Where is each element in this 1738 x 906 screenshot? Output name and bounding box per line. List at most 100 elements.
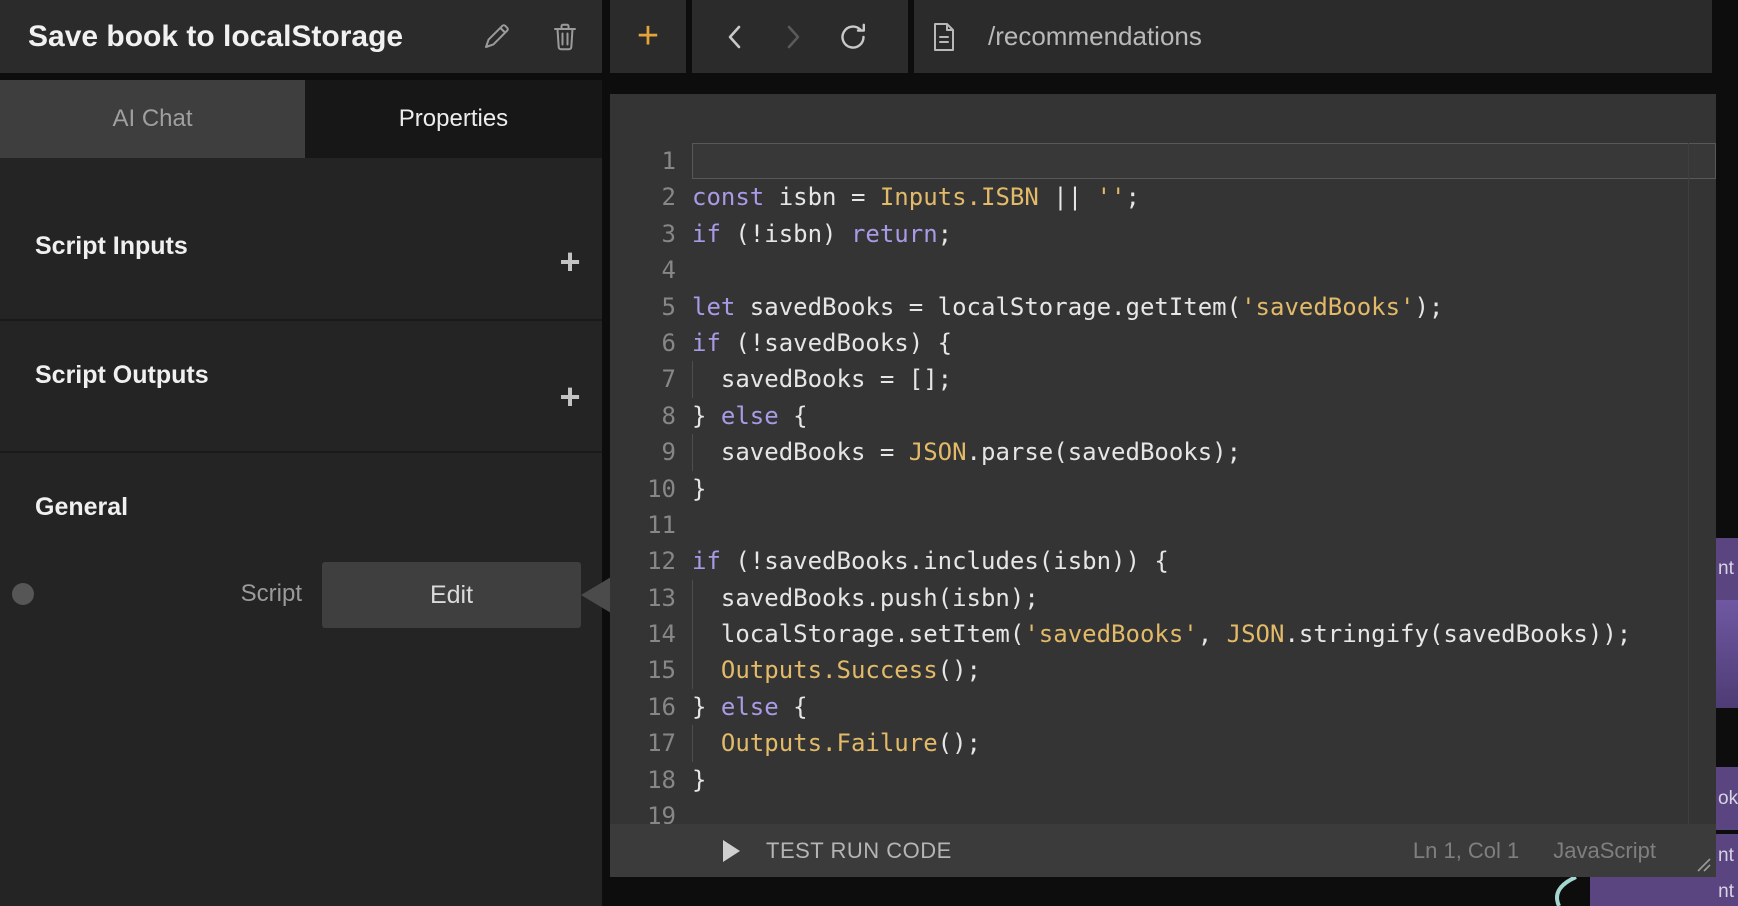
play-icon[interactable] [723, 840, 740, 862]
line-number: 14 [610, 616, 678, 652]
section-general-label: General [35, 493, 128, 523]
canvas-element-fragment: nt [1716, 538, 1738, 600]
line-number: 15 [610, 652, 678, 688]
code-text: if (!savedBooks.includes(isbn)) { [692, 543, 1169, 579]
editor-right-ruler [1688, 143, 1689, 824]
page-url[interactable]: /recommendations [988, 21, 1202, 52]
toolbar-url-segment: /recommendations [914, 0, 1712, 73]
code-text: savedBooks.push(isbn); [692, 580, 1039, 616]
line-number: 19 [610, 798, 678, 824]
section-divider [0, 451, 602, 453]
code-line[interactable]: 8 } else { [610, 398, 1716, 434]
script-panel-header: Save book to localStorage [0, 0, 602, 73]
code-editor-panel: 12 const isbn = Inputs.ISBN || ''; 3 if (!i… [610, 94, 1716, 877]
line-number: 11 [610, 507, 678, 543]
code-text: if (!savedBooks) { [692, 325, 952, 361]
toolbar-add-segment: + [610, 0, 686, 73]
code-text: Outputs.Success(); [692, 652, 981, 688]
code-line[interactable]: 10} [610, 471, 1716, 507]
test-run-code-button[interactable]: TEST RUN CODE [766, 838, 952, 864]
indent-guide [692, 652, 693, 688]
indent-guide [692, 580, 693, 616]
line-number: 18 [610, 762, 678, 798]
code-line[interactable]: 17 Outputs.Failure(); [610, 725, 1716, 761]
code-line[interactable]: 6 if (!savedBooks) { [610, 325, 1716, 361]
resize-handle-icon[interactable] [1695, 856, 1713, 874]
code-line[interactable]: 18} [610, 762, 1716, 798]
binding-dot-icon[interactable] [12, 583, 34, 605]
line-number: 7 [610, 361, 678, 397]
code-text: const isbn = Inputs.ISBN || ''; [692, 179, 1140, 215]
code-line[interactable]: 19 [610, 798, 1716, 824]
code-text: localStorage.setItem('savedBooks', JSON.… [692, 616, 1631, 652]
code-line[interactable]: 1 [610, 143, 1716, 179]
tab-properties[interactable]: Properties [305, 80, 602, 158]
script-field-label: Script [100, 580, 302, 610]
indent-guide [692, 616, 693, 652]
pencil-icon[interactable] [480, 21, 512, 53]
editor-status-bar: TEST RUN CODE Ln 1, Col 1 JavaScript [610, 824, 1716, 877]
code-line[interactable]: 15 Outputs.Success(); [610, 652, 1716, 688]
section-script-inputs-label: Script Inputs [35, 232, 188, 262]
line-number: 5 [610, 289, 678, 325]
toolbar-nav-segment [692, 0, 908, 73]
code-line[interactable]: 11 [610, 507, 1716, 543]
code-text: savedBooks = JSON.parse(savedBooks); [692, 434, 1241, 470]
code-line[interactable]: 13 savedBooks.push(isbn); [610, 580, 1716, 616]
code-line[interactable]: 4 [610, 252, 1716, 288]
document-icon [930, 21, 958, 53]
language-badge: JavaScript [1553, 838, 1656, 864]
line-number: 10 [610, 471, 678, 507]
code-line[interactable]: 2 const isbn = Inputs.ISBN || ''; [610, 179, 1716, 215]
code-text: Outputs.Failure(); [692, 725, 981, 761]
add-script-output-button[interactable]: + [550, 377, 590, 417]
add-script-input-button[interactable]: + [550, 242, 590, 282]
section-divider [0, 319, 602, 321]
properties-panel-body: Script Inputs + Script Outputs + General… [0, 158, 602, 906]
canvas-element-fragment: nt [1716, 834, 1738, 877]
line-number: 16 [610, 689, 678, 725]
plus-icon[interactable]: + [637, 0, 659, 73]
code-line[interactable]: 14 localStorage.setItem('savedBooks', JS… [610, 616, 1716, 652]
trash-icon[interactable] [549, 21, 581, 53]
edit-script-button[interactable]: Edit [322, 562, 581, 628]
chart-curve-fragment [1542, 877, 1588, 906]
line-number: 4 [610, 252, 678, 288]
line-number: 9 [610, 434, 678, 470]
canvas-element-fragment: nt [1590, 877, 1738, 906]
code-line[interactable]: 12 if (!savedBooks.includes(isbn)) { [610, 543, 1716, 579]
indent-guide [692, 725, 693, 761]
code-line[interactable]: 9 savedBooks = JSON.parse(savedBooks); [610, 434, 1716, 470]
code-text: } [692, 471, 706, 507]
line-number: 17 [610, 725, 678, 761]
line-number: 3 [610, 216, 678, 252]
code-text: savedBooks = []; [692, 361, 952, 397]
tab-ai-chat[interactable]: AI Chat [0, 80, 305, 158]
chevron-left-icon[interactable] [722, 24, 748, 50]
line-number: 6 [610, 325, 678, 361]
editor-popover-arrow [581, 577, 611, 613]
section-script-outputs-label: Script Outputs [35, 361, 209, 391]
line-number: 13 [610, 580, 678, 616]
indent-guide [692, 361, 693, 397]
code-line[interactable]: 7 savedBooks = []; [610, 361, 1716, 397]
code-lines[interactable]: 12 const isbn = Inputs.ISBN || ''; 3 if (!i… [610, 94, 1716, 824]
panel-tabs: AI Chat Properties [0, 80, 602, 158]
code-text: } [692, 762, 706, 798]
code-line[interactable]: 5 let savedBooks = localStorage.getItem('… [610, 289, 1716, 325]
code-line[interactable]: 3 if (!isbn) return; [610, 216, 1716, 252]
indent-guide [692, 434, 693, 470]
code-line[interactable]: 16 } else { [610, 689, 1716, 725]
canvas-element-fragment: ok [1716, 767, 1738, 830]
cursor-position: Ln 1, Col 1 [1413, 838, 1519, 864]
script-title: Save book to localStorage [28, 0, 403, 73]
chevron-right-icon[interactable] [780, 24, 806, 50]
refresh-icon[interactable] [838, 22, 868, 52]
line-number: 2 [610, 179, 678, 215]
code-text: if (!isbn) return; [692, 216, 952, 252]
line-number: 8 [610, 398, 678, 434]
code-text: } else { [692, 398, 808, 434]
line-number: 12 [610, 543, 678, 579]
code-text: let savedBooks = localStorage.getItem('s… [692, 289, 1443, 325]
code-text: } else { [692, 689, 808, 725]
